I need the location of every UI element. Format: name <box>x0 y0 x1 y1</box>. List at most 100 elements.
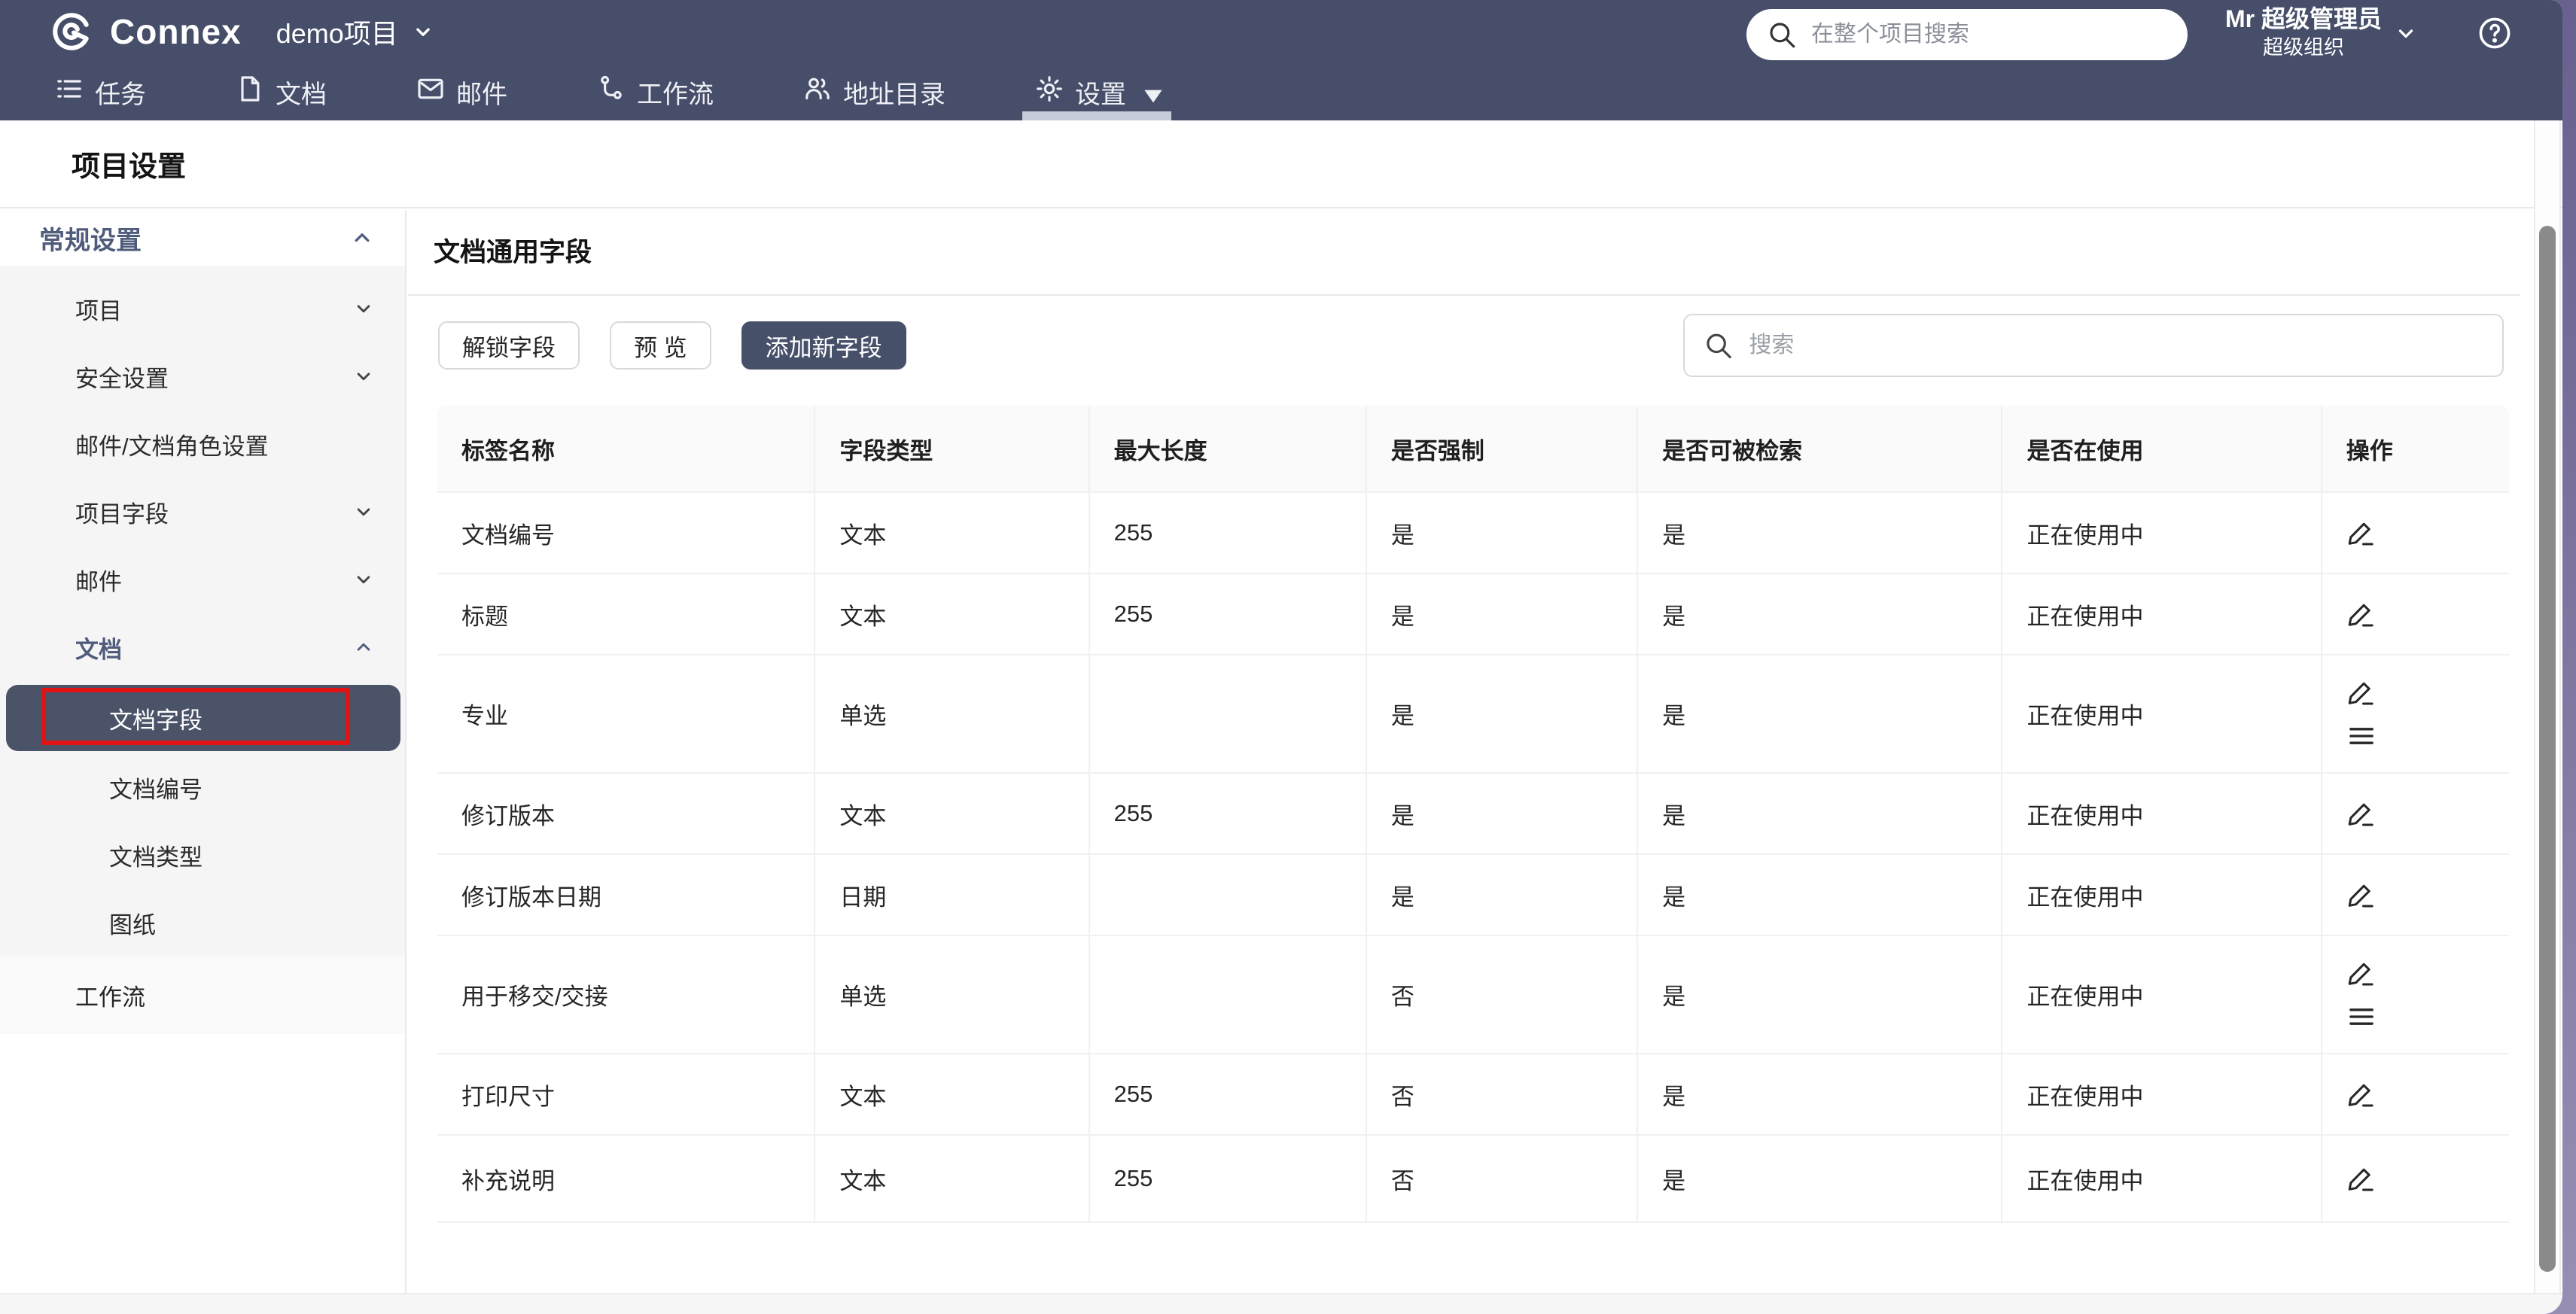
sidebar-item-10[interactable]: 图纸 <box>0 889 405 957</box>
cell-required: 是 <box>1366 573 1637 654</box>
gear-icon <box>1034 74 1064 111</box>
edit-icon[interactable] <box>2346 957 2380 990</box>
cell-status: 正在使用中 <box>2001 853 2320 935</box>
cell-type: 单选 <box>814 654 1088 772</box>
connex-logo-icon <box>50 10 93 53</box>
cell-type: 文本 <box>814 1053 1088 1134</box>
cell-status: 正在使用中 <box>2001 935 2320 1053</box>
column-header-7: 操作 <box>2321 406 2509 491</box>
table-row-7: 打印尺寸文本255否是正在使用中 <box>437 1053 2509 1134</box>
menu-icon[interactable] <box>2346 1000 2380 1033</box>
nav-item-6[interactable]: 设置 <box>1034 73 1159 111</box>
help-icon[interactable] <box>2477 15 2513 51</box>
cell-status: 正在使用中 <box>2001 573 2320 654</box>
cell-status: 正在使用中 <box>2001 1134 2320 1223</box>
bottom-strip <box>0 1293 2562 1314</box>
edit-icon[interactable] <box>2346 1162 2380 1195</box>
sidebar-item-5[interactable]: 邮件 <box>0 546 405 613</box>
chevron-down-icon <box>352 500 375 523</box>
edit-icon[interactable] <box>2346 676 2380 709</box>
preview-button[interactable]: 预 览 <box>610 321 711 370</box>
cell-type: 文本 <box>814 573 1088 654</box>
add-field-button[interactable]: 添加新字段 <box>741 321 906 370</box>
table-search-input[interactable] <box>1749 333 2484 358</box>
cell-searchable: 是 <box>1637 853 2001 935</box>
cell-actions <box>2321 491 2509 573</box>
nav-item-1[interactable]: 任务 <box>54 73 146 111</box>
edit-icon[interactable] <box>2346 516 2380 549</box>
page-title: 项目设置 <box>72 143 186 184</box>
edit-icon[interactable] <box>2346 878 2380 911</box>
cell-label: 补充说明 <box>437 1134 814 1223</box>
cell-actions <box>2321 935 2509 1053</box>
edit-icon[interactable] <box>2346 598 2380 631</box>
cell-actions <box>2321 1053 2509 1134</box>
vertical-scrollbar-track[interactable] <box>2534 120 2561 1314</box>
edit-icon[interactable] <box>2346 797 2380 830</box>
user-menu[interactable]: Mr 超级管理员 超级组织 <box>2198 3 2409 60</box>
edit-icon[interactable] <box>2346 1078 2380 1111</box>
sidebar-item-6[interactable]: 文档 <box>0 613 405 681</box>
menu-icon[interactable] <box>2346 719 2380 753</box>
cell-required: 否 <box>1366 1053 1637 1134</box>
project-name: demo项目 <box>276 12 398 51</box>
cell-actions <box>2321 772 2509 853</box>
nav-item-3[interactable]: 邮件 <box>416 73 507 111</box>
cell-searchable: 是 <box>1637 1053 2001 1134</box>
global-search-input[interactable] <box>1811 22 2168 47</box>
sidebar-item-7-selected[interactable]: 文档字段 <box>6 685 400 751</box>
brand: Connex demo项目 <box>50 0 436 63</box>
cell-type: 单选 <box>814 935 1088 1053</box>
people-icon <box>802 74 833 111</box>
column-header-1: 标签名称 <box>437 406 814 491</box>
sidebar-item-8[interactable]: 文档编号 <box>0 753 405 821</box>
cell-required: 否 <box>1366 935 1637 1053</box>
nav-item-5[interactable]: 地址目录 <box>802 73 945 111</box>
project-switcher[interactable]: demo项目 <box>276 12 436 51</box>
cell-max_length <box>1089 935 1366 1053</box>
sidebar-item-label: 文档 <box>0 631 122 665</box>
sidebar-group-general-settings[interactable]: 常规设置 <box>0 210 405 266</box>
unlock-fields-button[interactable]: 解锁字段 <box>438 321 580 370</box>
cell-max_length: 255 <box>1089 772 1366 853</box>
cell-max_length <box>1089 654 1366 772</box>
table-row-2: 标题文本255是是正在使用中 <box>437 573 2509 654</box>
sidebar-item-9[interactable]: 文档类型 <box>0 821 405 889</box>
chevron-down-icon <box>352 297 375 320</box>
document-icon <box>235 74 265 111</box>
page-title-bar: 项目设置 <box>0 120 2562 208</box>
nav-item-label: 文档 <box>276 74 327 111</box>
user-chevron-down-icon[interactable] <box>2392 20 2419 47</box>
table-row-3: 专业单选是是正在使用中 <box>437 654 2509 772</box>
vertical-scrollbar-thumb[interactable] <box>2539 226 2556 1272</box>
list-icon <box>54 74 84 111</box>
sidebar-item-1[interactable]: 项目 <box>0 275 405 342</box>
sidebar-item-label: 项目 <box>0 292 122 326</box>
nav-item-label: 工作流 <box>637 74 714 111</box>
nav-item-label: 邮件 <box>456 74 507 111</box>
nav-item-2[interactable]: 文档 <box>235 73 327 111</box>
sidebar-item-3[interactable]: 邮件/文档角色设置 <box>0 410 405 478</box>
nav-item-label: 地址目录 <box>843 74 945 111</box>
sidebar-item-4[interactable]: 项目字段 <box>0 478 405 546</box>
cell-max_length: 255 <box>1089 491 1366 573</box>
cell-actions <box>2321 654 2509 772</box>
column-header-2: 字段类型 <box>814 406 1088 491</box>
chevron-down-icon <box>352 365 375 388</box>
table-row-8: 补充说明文本255否是正在使用中 <box>437 1134 2509 1223</box>
sidebar-group-label: 常规设置 <box>39 220 142 257</box>
cell-status: 正在使用中 <box>2001 491 2320 573</box>
column-header-6: 是否在使用 <box>2001 406 2320 491</box>
logo-text: Connex <box>110 11 242 52</box>
main-panel: 文档通用字段 解锁字段 预 览 添加新字段 标签名称字段类型最大长度是否强制是否… <box>408 210 2520 1314</box>
cell-required: 是 <box>1366 772 1637 853</box>
cell-label: 修订版本 <box>437 772 814 853</box>
sidebar-item-workflow[interactable]: 工作流 <box>0 957 405 1034</box>
cell-label: 用于移交/交接 <box>437 935 814 1053</box>
sidebar-item-2[interactable]: 安全设置 <box>0 342 405 410</box>
sidebar-item-label: 文档编号 <box>0 771 202 805</box>
nav-item-4[interactable]: 工作流 <box>596 73 714 111</box>
cell-searchable: 是 <box>1637 573 2001 654</box>
column-header-5: 是否可被检索 <box>1637 406 2001 491</box>
cell-status: 正在使用中 <box>2001 1053 2320 1134</box>
